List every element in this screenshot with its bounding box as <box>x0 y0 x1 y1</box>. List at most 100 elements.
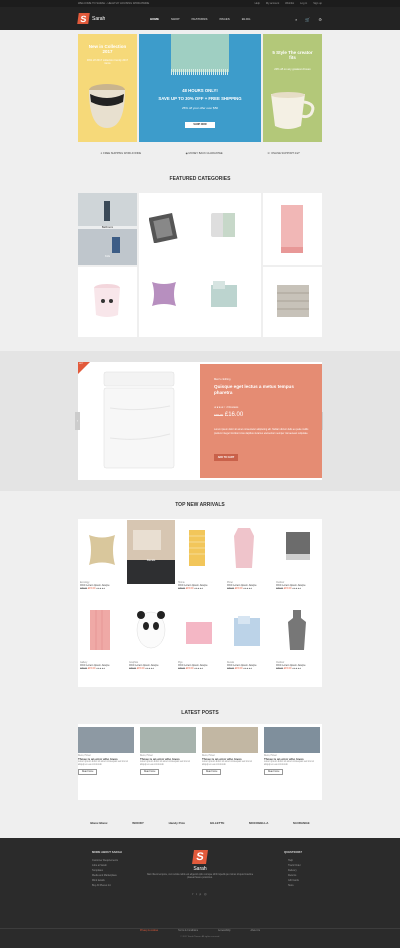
category-textiles[interactable] <box>139 193 261 337</box>
decals-label: Decals <box>146 558 156 562</box>
brand-logo-6[interactable]: M.ORANGE <box>293 821 310 825</box>
post-3-excerpt: Lorem ipsum dolor sit amet consequat sed… <box>202 761 252 766</box>
bathroom-image <box>78 193 137 229</box>
product-8-old-price: £35.00 <box>178 668 186 670</box>
deal-panel: Men's clothing Quisque eget lectus a met… <box>200 364 322 478</box>
copyright: © 2017 SarahTheme. All rights reserved. <box>180 936 220 938</box>
brand-logo-2[interactable]: WOODY <box>132 821 144 825</box>
deal-category: Men's clothing <box>214 378 231 381</box>
facebook-icon[interactable]: f <box>193 892 195 896</box>
feature-support-label: ONLINE SUPPORT 24/7 <box>271 151 300 155</box>
banner-left-title: New in Collection 2017 <box>88 44 127 54</box>
product-card-6[interactable]: Gallery OCC Lorem Ipsum Juscpe £35.00 £1… <box>80 662 126 670</box>
product-card-3[interactable]: Homie OCC Lorem Ipsum Juscpe £35.00 £15.… <box>178 582 224 590</box>
footer-link-buy[interactable]: Buy All Pieces Inc <box>92 883 118 888</box>
post-1-excerpt: Lorem ipsum dolor sit amet consequat sed… <box>78 761 128 766</box>
product-10-old-price: £35.00 <box>276 668 284 670</box>
pillow-white-image <box>211 213 235 237</box>
deal-rating: ★★★★☆ 2 Reviews <box>214 406 238 409</box>
footer-terms-link[interactable]: Terms & Conditions <box>178 930 198 932</box>
brand-logo-4[interactable]: GILLETTE <box>210 821 225 825</box>
post-3-read-more-button[interactable]: Read more <box>202 769 222 775</box>
signup-link[interactable]: Sign up <box>313 2 322 5</box>
category-curtains[interactable] <box>263 193 322 265</box>
footer-accessibility-link[interactable]: Accessibility <box>218 930 231 932</box>
post-2-read-more-button[interactable]: Read more <box>140 769 160 775</box>
logo[interactable]: S Sarah <box>77 13 105 24</box>
footer-privacy-link[interactable]: Privacy & cookies <box>140 930 158 932</box>
nav-shop[interactable]: SHOP <box>171 17 180 21</box>
product-bedding-image <box>234 616 260 646</box>
hot-badge-label: HOT <box>79 363 84 365</box>
featured-title: FEATURED CATEGORIES <box>169 176 231 182</box>
settings-icon[interactable]: ⚙ <box>318 17 322 22</box>
banner-new-collection[interactable]: New in Collection 2017 30% off 2017 coll… <box>78 34 137 142</box>
post-2-image <box>140 727 196 753</box>
post-card-4[interactable]: Deco, Hover Those is an error who loves … <box>264 727 320 775</box>
twitter-icon[interactable]: t <box>196 892 198 896</box>
product-4-old-price: £35.00 <box>227 588 235 590</box>
brand-logo-3[interactable]: Handy Polo <box>169 821 186 825</box>
post-2-excerpt: Lorem ipsum dolor sit amet consequat sed… <box>140 761 190 766</box>
basket-image <box>89 84 125 128</box>
product-apron-image <box>288 610 306 650</box>
search-icon[interactable]: ⌕ <box>295 17 297 22</box>
product-6-price: £15.00 <box>87 667 96 670</box>
product-5-stars: ★★★★★ <box>292 588 302 590</box>
throw-blanket-image <box>149 212 178 243</box>
product-10-stars: ★★★★★ <box>292 668 302 670</box>
my-account-link[interactable]: My account <box>266 2 279 5</box>
footer-logo-icon: S <box>192 850 208 864</box>
top-bar: WELCOME TO SARAH - HEALTHY HOUSING WORLD… <box>0 0 400 7</box>
banner-sale[interactable]: 48 HOURS ONLY! SAVE UP TO 30% OFF + FREE… <box>139 34 261 142</box>
product-curtain-image <box>90 610 110 650</box>
help-link[interactable]: Help <box>255 2 260 5</box>
product-1-old-price: £35.00 <box>80 588 88 590</box>
login-link[interactable]: Log in <box>300 2 307 5</box>
product-card-4[interactable]: Pictet OCC Lorem Ipsum Juscpe £35.00 £15… <box>227 582 273 590</box>
product-6-stars: ★★★★★ <box>96 668 106 670</box>
banner-right-sub: 20% off on any greatest chosen <box>274 68 311 71</box>
category-storage[interactable] <box>78 267 137 337</box>
features-row: ✈ FREE SHIPPING WORLD WIDE ◉ MONEY BACK … <box>78 146 322 160</box>
product-card-8[interactable]: Pigs OCC Lorem Ipsum Juscpe £35.00 £15.0… <box>178 662 224 670</box>
curtain-image <box>281 205 303 253</box>
footer-about-link[interactable]: About Us <box>251 930 260 932</box>
cart-icon[interactable]: 🛒 <box>305 17 310 22</box>
feature-money-label: MONEY BACK GUARANTEE <box>188 151 223 155</box>
shop-now-button[interactable]: SHOP NOW <box>185 122 215 128</box>
brand-logo-5[interactable]: MOCOBELLA <box>249 821 268 825</box>
product-4-price: £15.00 <box>234 587 243 590</box>
post-card-3[interactable]: Deco, Hover Those is an error who loves … <box>202 727 258 775</box>
footer-about: Nam libero tempore, cum soluta nobis est… <box>146 874 254 880</box>
main-nav: HOME SHOP FEATURES PAGES BLOG <box>150 17 250 21</box>
category-throws[interactable] <box>263 267 322 337</box>
footer-link-store[interactable]: Store <box>288 883 301 888</box>
pinterest-icon[interactable]: p <box>200 892 203 896</box>
prev-arrow[interactable]: ‹ <box>75 412 80 430</box>
product-card-10[interactable]: Outdoor OCC Lorem Ipsum Juscpe £35.00 £1… <box>276 662 322 670</box>
product-card-5[interactable]: Outdoor OCC Lorem Ipsum Juscpe £35.00 £1… <box>276 582 322 590</box>
brand-logo-1[interactable]: Blanc Blanc <box>90 821 107 825</box>
post-1-read-more-button[interactable]: Read more <box>78 769 98 775</box>
nav-home[interactable]: HOME <box>150 17 159 21</box>
post-4-read-more-button[interactable]: Read more <box>264 769 284 775</box>
nav-pages[interactable]: PAGES <box>219 17 229 21</box>
nav-features[interactable]: FEATURES <box>192 17 208 21</box>
banner-style[interactable]: 5 Style The creator fits 20% off on any … <box>263 34 322 142</box>
deal-reviews[interactable]: 2 Reviews <box>226 406 238 409</box>
instagram-icon[interactable]: ◎ <box>204 892 207 896</box>
category-bathroom[interactable]: Bathroom Kids <box>78 193 137 265</box>
nav-blog[interactable]: BLOG <box>242 17 251 21</box>
decals-promo[interactable]: Decals <box>127 520 175 584</box>
post-card-2[interactable]: Deco, Hover Those is an error who loves … <box>140 727 196 775</box>
product-card-1[interactable]: Ecoology OCC Lorem Ipsum Juscpe £35.00 £… <box>80 582 126 590</box>
posts-title: LATEST POSTS <box>181 710 219 716</box>
footer-bottom-links: Privacy & cookies Terms & Conditions Acc… <box>140 930 260 932</box>
product-card-9[interactable]: Decals OCC Lorem Ipsum Juscpe £35.00 £15… <box>227 662 273 670</box>
product-card-7[interactable]: Graphics OCC Lorem Ipsum Juscpe £35.00 £… <box>129 662 175 670</box>
post-card-1[interactable]: Deco, Hover Those is an error who loves … <box>78 727 134 775</box>
deal-add-to-cart-button[interactable]: ADD TO CART <box>214 454 238 461</box>
wishlist-link[interactable]: Wishlist <box>285 2 294 5</box>
bathroom-label: Bathroom <box>78 226 137 229</box>
